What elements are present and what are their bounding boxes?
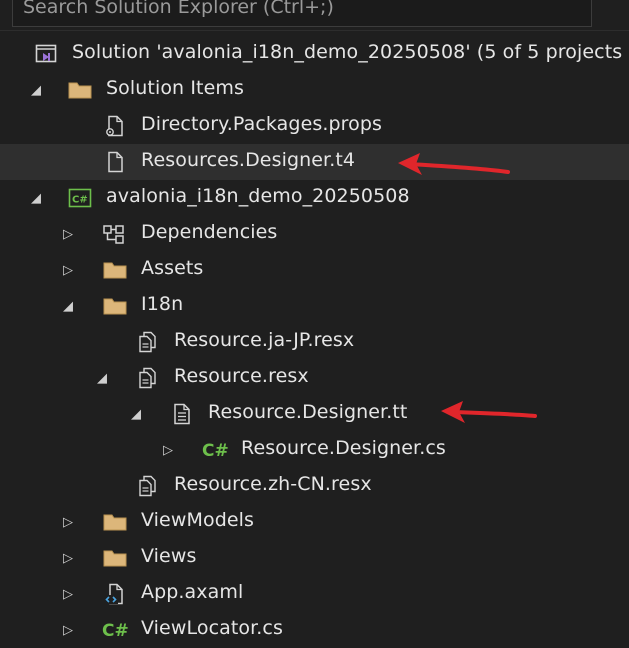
tree-item-label: Assets — [141, 257, 204, 279]
csharp-file-icon: C# — [101, 618, 129, 642]
folder-icon — [102, 294, 127, 318]
tree-item-label: App.axaml — [141, 581, 244, 603]
tree-item-solution[interactable]: Solution 'avalonia_i18n_demo_20250508' (… — [0, 36, 629, 72]
resx-icon — [136, 366, 160, 390]
props-file-icon — [103, 114, 127, 138]
tree-item-label: Directory.Packages.props — [141, 113, 383, 135]
annotation-arrow-icon — [398, 153, 510, 175]
collapsed-chevron-icon[interactable]: ▷ — [60, 576, 76, 612]
tree-item-label: Resources.Designer.t4 — [141, 149, 356, 171]
search-bar: Search Solution Explorer (Ctrl+;) — [0, 0, 629, 31]
tree-item-viewmodels[interactable]: ▷ ViewModels — [0, 504, 629, 540]
tree-item-assets[interactable]: ▷ Assets — [0, 252, 629, 288]
expanded-chevron-icon[interactable]: ◢ — [60, 288, 76, 324]
dependencies-icon — [102, 222, 126, 246]
tree-item-avalonia-project[interactable]: ◢ C# avalonia_i18n_demo_20250508 — [0, 180, 629, 216]
tree-item-label: Dependencies — [141, 221, 278, 243]
tree-item-solution-items[interactable]: ◢ Solution Items — [0, 72, 629, 108]
tree-item-resource-resx[interactable]: ◢ Resource.resx — [0, 360, 629, 396]
annotation-arrow-icon — [441, 401, 537, 423]
folder-icon — [102, 510, 127, 534]
tree-item-label: Resource.Designer.tt — [208, 401, 408, 423]
tree-item-views[interactable]: ▷ Views — [0, 540, 629, 576]
file-icon — [103, 150, 127, 174]
tree-item-label: ViewLocator.cs — [141, 617, 283, 639]
expanded-chevron-icon[interactable]: ◢ — [94, 360, 110, 396]
resx-icon — [136, 474, 160, 498]
tree-item-label: Views — [141, 545, 197, 567]
tree-item-label: Solution 'avalonia_i18n_demo_20250508' (… — [72, 41, 623, 63]
xaml-file-icon — [103, 582, 127, 606]
svg-text:C#: C# — [102, 621, 129, 641]
folder-icon — [102, 258, 127, 282]
tree-item-label: Resource.zh-CN.resx — [174, 473, 372, 495]
collapsed-chevron-icon[interactable]: ▷ — [160, 432, 176, 468]
svg-text:C#: C# — [72, 195, 88, 206]
tree-item-resource-zh-cn-resx[interactable]: Resource.zh-CN.resx — [0, 468, 629, 504]
tree-item-resource-ja-jp-resx[interactable]: Resource.ja-JP.resx — [0, 324, 629, 360]
tree-item-label: ViewModels — [141, 509, 255, 531]
tree-item-i18n[interactable]: ◢ I18n — [0, 288, 629, 324]
tree-item-directory-packages-props[interactable]: Directory.Packages.props — [0, 108, 629, 144]
collapsed-chevron-icon[interactable]: ▷ — [60, 216, 76, 252]
collapsed-chevron-icon[interactable]: ▷ — [60, 504, 76, 540]
search-input[interactable]: Search Solution Explorer (Ctrl+;) — [12, 0, 592, 27]
csharp-project-icon: C# — [67, 186, 92, 210]
tree-item-label: Resource.Designer.cs — [241, 437, 446, 459]
solution-icon — [34, 42, 58, 66]
expanded-chevron-icon[interactable]: ◢ — [128, 396, 144, 432]
tree-item-app-axaml[interactable]: ▷ App.axaml — [0, 576, 629, 612]
search-placeholder: Search Solution Explorer (Ctrl+;) — [23, 0, 334, 18]
tree-item-label: I18n — [141, 293, 184, 315]
expanded-chevron-icon[interactable]: ◢ — [28, 180, 44, 216]
tree-item-resources-designer-t4[interactable]: Resources.Designer.t4 — [0, 144, 629, 180]
tree-item-label: Resource.ja-JP.resx — [174, 329, 355, 351]
folder-icon — [67, 78, 92, 102]
tree-item-resource-designer-cs[interactable]: ▷ C# Resource.Designer.cs — [0, 432, 629, 468]
collapsed-chevron-icon[interactable]: ▷ — [60, 540, 76, 576]
csharp-file-icon: C# — [201, 438, 229, 462]
tree-item-label: avalonia_i18n_demo_20250508 — [106, 185, 410, 207]
collapsed-chevron-icon[interactable]: ▷ — [60, 252, 76, 288]
tree-item-label: Resource.resx — [174, 365, 309, 387]
text-template-icon — [170, 402, 194, 426]
svg-text:C#: C# — [202, 441, 229, 461]
expanded-chevron-icon[interactable]: ◢ — [28, 72, 44, 108]
tree-item-label: Solution Items — [106, 77, 244, 99]
folder-icon — [102, 546, 127, 570]
tree-item-dependencies[interactable]: ▷ Dependencies — [0, 216, 629, 252]
resx-icon — [136, 330, 160, 354]
